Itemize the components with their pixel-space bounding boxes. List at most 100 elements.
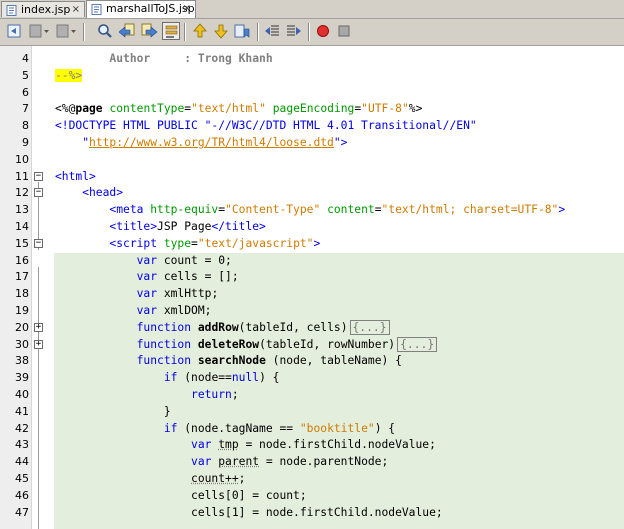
code-line[interactable]: 41 } — [0, 403, 624, 420]
code-token: --%> — [55, 68, 83, 82]
code-token: pageEncoding — [272, 102, 355, 116]
toggle-highlight-icon[interactable] — [162, 22, 180, 40]
code-line[interactable]: 9 "http://www.w3.org/TR/html4/loose.dtd"… — [0, 134, 624, 151]
code-token: <script — [55, 236, 164, 250]
previous-bookmark-icon[interactable] — [191, 22, 209, 40]
code-line[interactable]: 12− <head> — [0, 184, 624, 201]
back-icon[interactable] — [6, 22, 24, 40]
tab-marshalltojs-jsp[interactable]: marshallToJS.jsp × — [86, 0, 196, 18]
line-number: 6 — [22, 85, 29, 99]
code-line[interactable]: 14 <title>JSP Page</title> — [0, 218, 624, 235]
line-number: 13 — [15, 203, 29, 217]
code-token: = — [374, 203, 382, 217]
code-line[interactable]: 19 var xmlDOM; — [0, 302, 624, 319]
code-line[interactable]: 43 var tmp = node.firstChild.nodeValue; — [0, 436, 624, 453]
toggle-bookmark-icon[interactable] — [233, 22, 251, 40]
code-line[interactable]: 13 <meta http-equiv = "Content-Type" conte… — [0, 201, 624, 218]
code-line[interactable]: 38 function searchNode (node, tableName)… — [0, 352, 624, 369]
toolbar-separator — [308, 23, 310, 41]
code-line[interactable]: 44 var parent = node.parentNode; — [0, 453, 624, 470]
code-token: "UTF-8" — [361, 102, 409, 116]
collapsed-code-block[interactable]: {...} — [349, 319, 390, 335]
code-line[interactable]: 11− <html> — [0, 168, 624, 185]
find-icon[interactable] — [96, 22, 114, 40]
code-token: function — [136, 320, 192, 334]
forward-dropdown-icon[interactable] — [28, 22, 50, 40]
code-line[interactable]: 5 --%> — [0, 67, 624, 84]
stop-macro-icon[interactable] — [335, 22, 353, 40]
shift-left-icon[interactable] — [263, 22, 281, 40]
code-token: Author : Trong Khanh — [55, 52, 273, 65]
code-line[interactable]: 16 var count = 0; — [0, 252, 624, 269]
code-line[interactable]: 39 if (node==null) { — [0, 369, 624, 386]
code-token: %> — [408, 102, 423, 116]
next-bookmark-icon[interactable] — [212, 22, 230, 40]
find-previous-icon[interactable] — [118, 22, 136, 40]
code-line[interactable]: 20 + function addRow(tableId, cells) {...} — [0, 319, 624, 336]
code-token: type — [163, 236, 192, 250]
line-number: 17 — [15, 270, 29, 284]
code-line[interactable]: 6 — [0, 84, 624, 101]
code-token: ) { — [259, 371, 280, 385]
code-token: count++ — [191, 472, 239, 485]
code-line[interactable]: 4 Author : Trong Khanh — [0, 50, 624, 67]
close-icon[interactable]: × — [183, 1, 191, 17]
line-number: 4 — [22, 52, 29, 65]
code-line[interactable]: 30 + function deleteRow(tableId, rowNumbe… — [0, 336, 624, 353]
code-token: = node.firstChild.nodeValue; — [238, 438, 436, 452]
code-line[interactable]: 42 if (node.tagName == "booktitle") { — [0, 420, 624, 437]
shift-right-icon[interactable] — [285, 22, 303, 40]
line-number: 30 — [15, 337, 29, 351]
tab-label: index.jsp — [21, 3, 71, 16]
code-token: deleteRow — [197, 337, 260, 351]
editor-tab-bar: index.jsp × marshallToJS.jsp × — [0, 0, 624, 19]
find-next-icon[interactable] — [140, 22, 158, 40]
code-line[interactable]: 47 cells[1] = node.firstChild.nodeValue; — [0, 504, 624, 521]
code-line[interactable]: 15− <script type="text/javascript"> — [0, 235, 624, 252]
code-line[interactable]: 18 var xmlHttp; — [0, 285, 624, 302]
code-token: searchNode — [197, 354, 266, 368]
tab-label: marshallToJS.jsp — [106, 2, 195, 15]
code-editor[interactable]: 4 Author : Trong Khanh 5 --%> 6 7 <%@page con… — [0, 46, 624, 529]
code-line[interactable]: 10 — [0, 151, 624, 168]
code-token: var — [136, 253, 158, 267]
toolbar-separator — [257, 23, 259, 41]
fold-expand-icon[interactable]: + — [34, 339, 43, 349]
code-text: } — [55, 403, 171, 420]
code-token: count = 0; — [157, 253, 232, 267]
code-text: <script type="text/javascript"> — [55, 235, 320, 252]
code-token: page — [75, 102, 103, 116]
collapsed-code-block[interactable]: {...} — [397, 336, 438, 352]
code-line[interactable]: 8 <!DOCTYPE HTML PUBLIC "-//W3C//DTD HTML… — [0, 117, 624, 134]
code-line[interactable]: 40 return; — [0, 386, 624, 403]
line-number: 15 — [15, 236, 29, 250]
fold-expand-icon[interactable]: + — [34, 322, 43, 332]
code-token: content — [327, 203, 375, 217]
code-token: <!DOCTYPE HTML PUBLIC "-//W3C//DTD HTML … — [55, 119, 477, 133]
code-token: </title> — [211, 220, 266, 233]
fold-collapse-icon[interactable]: − — [34, 188, 43, 198]
code-line[interactable]: 17 var cells = []; — [0, 268, 624, 285]
code-line[interactable]: 7 <%@page contentType="text/html" pageEnc… — [0, 100, 624, 117]
fold-collapse-icon[interactable]: − — [34, 238, 43, 248]
start-macro-icon[interactable] — [314, 22, 332, 40]
close-icon[interactable]: × — [72, 2, 80, 18]
fold-collapse-icon[interactable]: − — [34, 171, 43, 181]
code-token: "booktitle" — [299, 421, 375, 435]
code-token: contentType — [109, 102, 185, 116]
code-line[interactable]: 46 cells[0] = count; — [0, 487, 624, 504]
tab-index-jsp[interactable]: index.jsp × — [1, 1, 85, 17]
history-dropdown-icon[interactable] — [55, 22, 77, 40]
code-text: var tmp = node.firstChild.nodeValue; — [55, 436, 436, 453]
code-text: <!DOCTYPE HTML PUBLIC "-//W3C//DTD HTML … — [55, 117, 477, 134]
code-line[interactable]: 45 count++; — [0, 470, 624, 487]
toolbar-separator — [184, 23, 186, 41]
code-token: = — [191, 236, 198, 250]
code-text: return; — [55, 386, 239, 403]
